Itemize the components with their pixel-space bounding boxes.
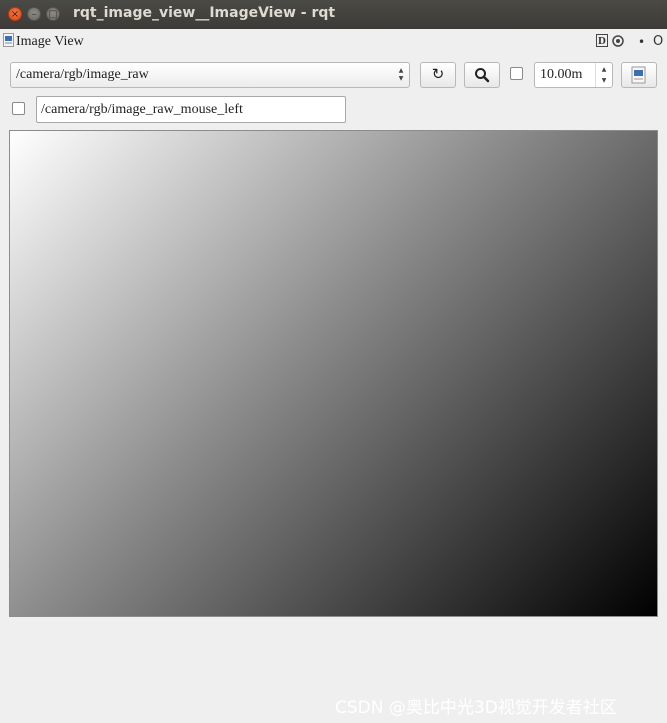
image-display[interactable]: [9, 130, 658, 617]
options-button[interactable]: O: [653, 34, 663, 49]
rotation-value: 10.00m: [540, 67, 583, 82]
minimize-window-button[interactable]: –: [27, 7, 41, 21]
refresh-icon: ↻: [431, 65, 445, 83]
save-image-icon: [631, 66, 646, 84]
rqt-plugin-icon: [3, 33, 14, 47]
mouse-topic-field[interactable]: /camera/rgb/image_raw_mouse_left: [36, 96, 346, 123]
maximize-window-button[interactable]: □: [46, 7, 60, 21]
rotation-spinbox[interactable]: 10.00m ▲ ▼: [534, 62, 613, 88]
dock-title: Image View: [16, 34, 84, 49]
zoom-button[interactable]: [464, 62, 500, 88]
spin-up-icon[interactable]: ▲: [596, 65, 612, 75]
combo-arrows-icon: ▲ ▼: [398, 67, 404, 82]
dock-title-bar: Image View D • O: [0, 31, 667, 53]
close-window-button[interactable]: ×: [8, 7, 22, 21]
topic-select[interactable]: /camera/rgb/image_raw ▲ ▼: [10, 62, 410, 88]
mouse-topic-value: /camera/rgb/image_raw_mouse_left: [41, 102, 243, 117]
minimize-dock-button[interactable]: •: [638, 35, 645, 49]
publish-mouse-checkbox[interactable]: [12, 102, 25, 115]
save-image-button[interactable]: [621, 62, 657, 88]
window-titlebar[interactable]: × – □ rqt_image_view__ImageView - rqt: [0, 0, 667, 29]
refresh-topics-button[interactable]: ↻: [420, 62, 456, 88]
help-d-button[interactable]: D: [596, 34, 608, 47]
spin-down-icon[interactable]: ▼: [596, 76, 612, 86]
reload-gear-icon[interactable]: [611, 34, 625, 48]
smooth-scaling-checkbox[interactable]: [510, 67, 523, 80]
topic-select-value: /camera/rgb/image_raw: [16, 67, 149, 82]
window-title: rqt_image_view__ImageView - rqt: [73, 5, 336, 21]
watermark-text: CSDN @奥比中光3D视觉开发者社区: [335, 698, 617, 718]
zoom-magnifier-icon: [475, 68, 490, 83]
spin-arrows[interactable]: ▲ ▼: [595, 63, 612, 87]
